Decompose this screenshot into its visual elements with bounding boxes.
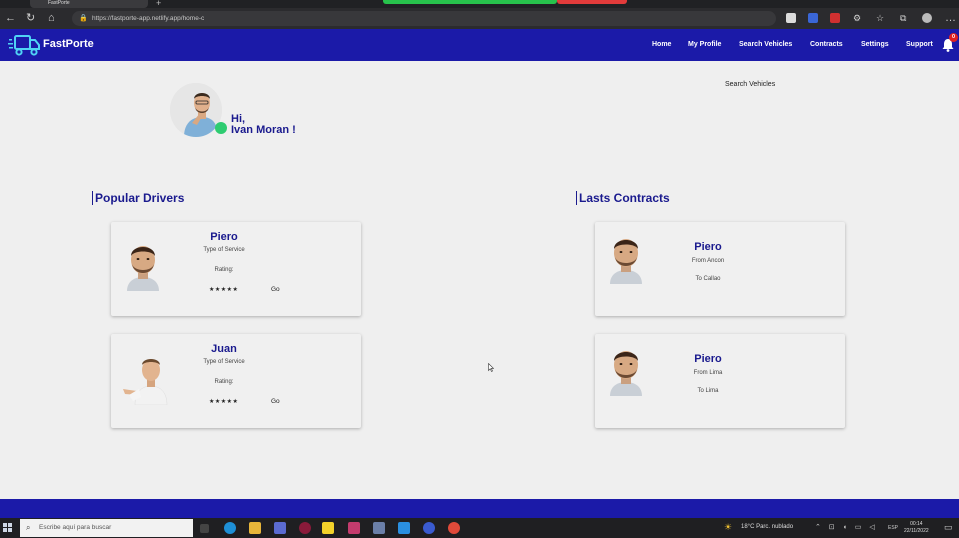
last-contracts-heading: Lasts Contracts — [576, 191, 670, 205]
notifications-icon[interactable]: ▭ — [944, 522, 953, 533]
more-options-icon[interactable]: … — [945, 11, 956, 25]
edge-browser-icon[interactable] — [224, 522, 236, 534]
driver-go-button[interactable]: Go — [271, 398, 280, 405]
url-text: https://fastporte-app.netlify.app/home-c — [92, 15, 205, 22]
nav-settings[interactable]: Settings — [861, 41, 889, 48]
driver-card[interactable]: Piero Type of Service Rating: ★★★★★ Go — [111, 222, 361, 316]
sticky-notes-icon[interactable] — [322, 522, 334, 534]
nav-search-vehicles[interactable]: Search Vehicles — [739, 41, 792, 48]
driver-photo-icon — [610, 351, 642, 396]
windows-start-icon[interactable] — [3, 523, 12, 532]
popular-drivers-heading: Popular Drivers — [92, 191, 184, 205]
collections-icon[interactable]: ⧉ — [900, 11, 906, 25]
mouse-cursor-icon — [488, 363, 494, 372]
file-explorer-icon[interactable] — [249, 522, 261, 534]
nav-my-profile[interactable]: My Profile — [688, 41, 721, 48]
profile-icon[interactable] — [922, 13, 932, 23]
stop-sharing-button[interactable] — [557, 0, 627, 4]
nav-contracts[interactable]: Contracts — [810, 41, 843, 48]
driver-photo-icon — [123, 359, 168, 405]
contract-origin: From Lima — [693, 370, 723, 376]
browser-toolbar: ← ↻ ⌂ 🔒 https://fastporte-app.netlify.ap… — [0, 8, 959, 29]
taskbar-clock[interactable]: 00:14 22/11/2022 — [904, 521, 929, 535]
brand-name[interactable]: FastPorte — [43, 38, 94, 50]
task-view-icon[interactable] — [200, 524, 209, 533]
windows-taskbar: ⌕ Escribe aquí para buscar ☀ 18°C Parc. … — [0, 518, 959, 538]
contract-destination: To Lima — [697, 388, 719, 394]
store-icon[interactable] — [274, 522, 286, 534]
extensions-icon[interactable]: ⚙ — [853, 11, 861, 25]
weather-status[interactable]: 18°C Parc. nublado — [741, 524, 793, 530]
driver-rating-stars: ★★★★★ — [209, 287, 239, 293]
chrome-icon[interactable] — [448, 522, 460, 534]
driver-go-button[interactable]: Go — [271, 286, 280, 293]
language-indicator[interactable]: ESP — [888, 525, 898, 531]
notification-badge: 0 — [949, 33, 958, 42]
online-status-indicator — [215, 122, 227, 134]
driver-rating-label: Rating: — [214, 267, 234, 273]
nav-support[interactable]: Support — [906, 41, 933, 48]
greeting-user-name: Ivan Moran ! — [231, 124, 296, 136]
taskbar-search-box[interactable]: ⌕ Escribe aquí para buscar — [20, 519, 193, 537]
main-content: Search Vehicles Hi, Ivan Moran ! Popular… — [0, 61, 959, 499]
search-vehicles-link[interactable]: Search Vehicles — [725, 81, 775, 88]
address-bar[interactable]: 🔒 https://fastporte-app.netlify.app/home… — [72, 11, 776, 26]
app-icon[interactable] — [348, 522, 360, 534]
contract-destination: To Callao — [695, 276, 721, 282]
zoom-icon[interactable] — [423, 522, 435, 534]
driver-name: Juan — [211, 343, 237, 355]
clock-time: 00:14 — [910, 521, 923, 527]
contract-driver-name: Piero — [694, 353, 722, 365]
screen-recording-banner — [383, 0, 557, 4]
user-greeting: Hi, Ivan Moran ! — [170, 83, 350, 143]
driver-service-type: Type of Service — [203, 359, 245, 365]
driver-rating-label: Rating: — [214, 379, 234, 385]
driver-name: Piero — [210, 231, 238, 243]
contract-origin: From Ancon — [691, 258, 725, 264]
vscode-icon[interactable] — [398, 522, 410, 534]
contract-driver-name: Piero — [694, 241, 722, 253]
favorites-icon[interactable]: ☆ — [876, 11, 884, 25]
home-icon[interactable]: ⌂ — [48, 11, 55, 25]
nav-home[interactable]: Home — [652, 41, 671, 48]
back-icon[interactable]: ← — [5, 11, 16, 25]
app-navbar: FastPorte Home My Profile Search Vehicle… — [0, 29, 959, 61]
extension-icon[interactable] — [786, 13, 796, 23]
driver-card[interactable]: Juan Type of Service Rating: ★★★★★ Go — [111, 334, 361, 428]
driver-photo-icon — [610, 239, 642, 284]
browser-tab[interactable]: FastPorte — [30, 0, 148, 8]
new-tab-button[interactable]: + — [156, 0, 161, 8]
contract-card[interactable]: Piero From Lima To Lima — [595, 334, 845, 428]
search-icon: ⌕ — [26, 523, 31, 532]
driver-rating-stars: ★★★★★ — [209, 399, 239, 405]
browser-tab-strip: FastPorte + — [0, 0, 959, 8]
system-tray-icons[interactable]: ⌃ ⊡ ◖ ▭ ◁ — [815, 523, 878, 531]
extension-icon[interactable] — [808, 13, 818, 23]
lock-icon: 🔒 — [79, 15, 88, 22]
pgadmin-icon[interactable] — [373, 522, 385, 534]
reload-icon[interactable]: ↻ — [26, 11, 35, 25]
opera-icon[interactable] — [299, 522, 311, 534]
tab-title: FastPorte — [48, 0, 70, 6]
clock-date: 22/11/2022 — [904, 528, 929, 534]
weather-icon: ☀ — [724, 522, 733, 532]
truck-logo-icon[interactable] — [8, 34, 40, 56]
driver-photo-icon — [127, 246, 159, 291]
taskbar-search-placeholder: Escribe aquí para buscar — [39, 524, 112, 531]
extension-icon[interactable] — [830, 13, 840, 23]
app-footer — [0, 499, 959, 518]
driver-service-type: Type of Service — [203, 247, 245, 253]
contract-card[interactable]: Piero From Ancon To Callao — [595, 222, 845, 316]
